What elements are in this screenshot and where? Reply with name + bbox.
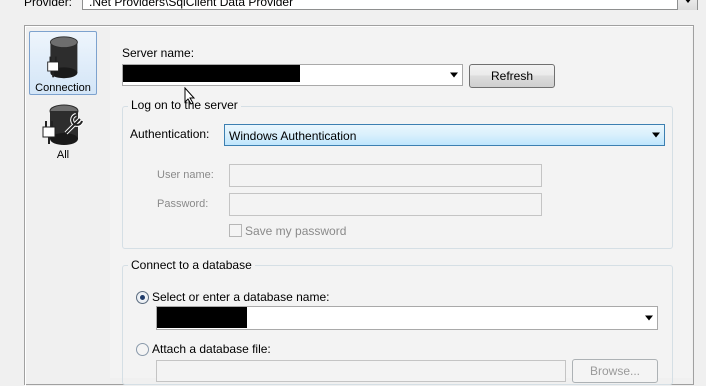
password-label: Password: <box>157 198 209 210</box>
redacted-database-name <box>157 307 247 328</box>
database-group-title: Connect to a database <box>128 258 255 272</box>
authentication-value: Windows Authentication <box>229 129 357 143</box>
database-name-combobox[interactable] <box>156 306 658 330</box>
authentication-label: Authentication: <box>130 127 210 141</box>
nav-item-connection[interactable]: Connection <box>29 31 97 95</box>
save-password-label: Save my password <box>245 224 347 238</box>
server-name-label: Server name: <box>122 46 195 60</box>
provider-dropdown-button[interactable] <box>677 0 697 10</box>
attach-database-label: Attach a database file: <box>152 342 271 356</box>
redacted-server-name <box>123 65 300 82</box>
password-input[interactable] <box>229 193 542 216</box>
attach-database-radio[interactable] <box>136 343 149 356</box>
nav-item-label: Connection <box>35 82 91 94</box>
select-database-label: Select or enter a database name: <box>152 290 330 304</box>
save-password-checkbox[interactable] <box>229 224 242 237</box>
username-input[interactable] <box>229 164 542 187</box>
radio-selected-dot <box>140 295 145 300</box>
provider-value: .Net Providers\SqlClient Data Provider <box>89 0 294 9</box>
nav-item-all[interactable]: All <box>29 103 97 163</box>
username-label: User name: <box>157 169 214 181</box>
chevron-down-icon[interactable] <box>645 315 653 321</box>
refresh-button[interactable]: Refresh <box>469 64 555 88</box>
nav-item-label: All <box>56 149 70 161</box>
server-name-combobox[interactable] <box>122 64 463 86</box>
browse-button-label: Browse... <box>589 364 640 378</box>
chevron-down-icon <box>652 132 660 138</box>
authentication-dropdown[interactable]: Windows Authentication <box>224 124 665 146</box>
chevron-down-icon <box>683 0 692 3</box>
provider-combobox[interactable]: .Net Providers\SqlClient Data Provider <box>82 0 698 10</box>
provider-label: Provider: <box>24 0 73 9</box>
select-database-radio[interactable] <box>136 291 149 304</box>
database-file-input[interactable] <box>156 360 566 382</box>
chevron-down-icon[interactable] <box>450 72 458 78</box>
browse-button[interactable]: Browse... <box>572 359 658 383</box>
refresh-button-label: Refresh <box>490 69 534 83</box>
database-wrench-icon <box>42 104 84 145</box>
mouse-pointer-icon <box>184 87 196 105</box>
database-plug-icon <box>47 36 78 79</box>
